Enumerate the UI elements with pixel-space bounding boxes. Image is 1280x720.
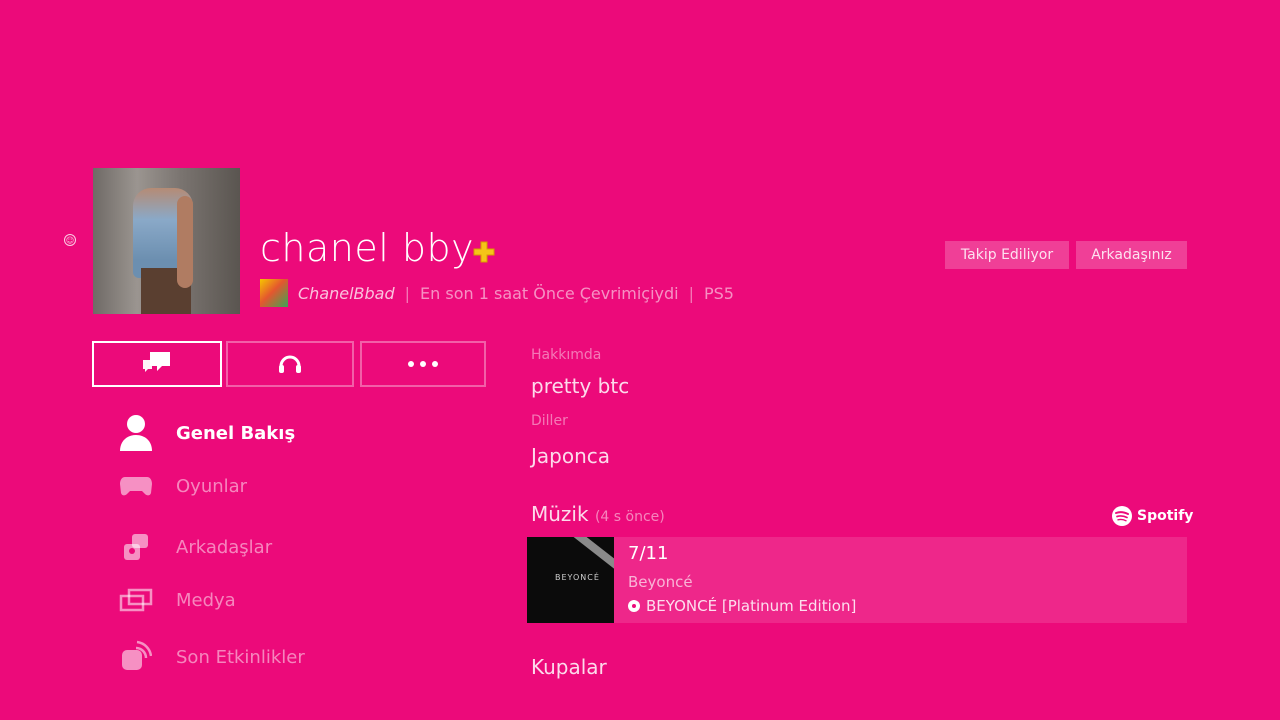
- activity-icon: [118, 639, 154, 675]
- spotify-badge: Spotify: [1111, 504, 1193, 528]
- languages-label: Diller: [531, 413, 568, 429]
- media-icon: [118, 582, 154, 618]
- track-name: 7/11: [628, 543, 669, 564]
- separator: |: [404, 283, 411, 303]
- online-id-avatar: [260, 279, 288, 307]
- playstation-plus-icon: [473, 241, 495, 263]
- ellipsis-icon: [408, 361, 438, 367]
- about-label: Hakkımda: [531, 347, 602, 363]
- status-indicator-icon: ☺: [64, 234, 76, 246]
- party-button[interactable]: [226, 341, 354, 387]
- album-art-text: BEYONCÉ: [555, 573, 600, 582]
- trophies-title: Kupalar: [531, 655, 607, 679]
- following-button[interactable]: Takip Ediliyor: [945, 241, 1069, 269]
- message-icon: [143, 352, 170, 372]
- separator: |: [688, 283, 694, 303]
- track-album-label: BEYONCÉ [Platinum Edition]: [646, 597, 857, 615]
- nav-overview-label: Genel Bakış: [176, 422, 296, 444]
- album-art: BEYONCÉ: [527, 537, 614, 623]
- nav-friends-label: Arkadaşlar: [176, 536, 273, 558]
- album-disc-icon: [628, 600, 640, 612]
- avatar: [93, 168, 240, 314]
- headset-icon: [279, 355, 301, 373]
- music-section-title: Müzik (4 s önce): [531, 502, 665, 526]
- spotify-icon: [1112, 506, 1132, 526]
- nav-activities[interactable]: Son Etkinlikler: [118, 637, 305, 677]
- spotify-label: Spotify: [1137, 508, 1194, 524]
- nav-friends[interactable]: Arkadaşlar: [118, 527, 272, 567]
- music-title: Müzik: [531, 502, 589, 526]
- last-online: En son 1 saat Önce Çevrimiçiydi: [420, 283, 679, 303]
- friend-button[interactable]: Arkadaşınız: [1076, 241, 1187, 269]
- profile-page: ☺ chanel bby ChanelBbad | En son 1 saat …: [0, 0, 1280, 720]
- platform: PS5: [704, 283, 734, 303]
- track-artist: Beyoncé: [628, 573, 693, 591]
- nav-games-label: Oyunlar: [176, 475, 248, 497]
- nav-overview[interactable]: Genel Bakış: [118, 413, 295, 453]
- about-value: pretty btc: [531, 374, 630, 398]
- nav-media[interactable]: Medya: [118, 580, 236, 620]
- online-status-row: ChanelBbad | En son 1 saat Önce Çevrimiç…: [260, 278, 734, 308]
- nav-games[interactable]: Oyunlar: [118, 466, 247, 506]
- languages-value: Japonca: [531, 444, 611, 468]
- music-time-ago: (4 s önce): [594, 509, 665, 525]
- friends-icon: [118, 529, 154, 565]
- username: chanel bby: [260, 226, 475, 270]
- nav-media-label: Medya: [176, 589, 236, 611]
- online-id: ChanelBbad: [298, 283, 395, 303]
- track-album: BEYONCÉ [Platinum Edition]: [628, 597, 856, 615]
- more-button[interactable]: [360, 341, 486, 387]
- message-button[interactable]: [92, 341, 222, 387]
- controller-icon: [118, 468, 154, 504]
- person-icon: [118, 415, 154, 451]
- nav-activities-label: Son Etkinlikler: [176, 646, 305, 668]
- track-card[interactable]: BEYONCÉ 7/11 Beyoncé BEYONCÉ [Platinum E…: [527, 537, 1187, 623]
